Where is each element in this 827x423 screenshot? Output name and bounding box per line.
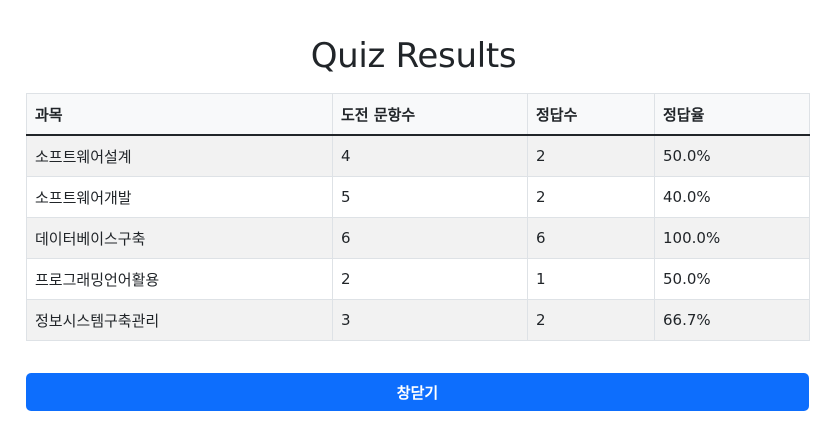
column-header-correct: 정답수 — [527, 93, 655, 136]
table-row: 소프트웨어설계 4 2 50.0% — [26, 134, 810, 177]
correct-cell: 2 — [527, 176, 655, 218]
attempted-cell: 2 — [332, 258, 528, 300]
subject-cell: 정보시스템구축관리 — [26, 299, 333, 341]
quiz-results-page: Quiz Results 과목 도전 문항수 정답수 정답율 소프트웨어설계 4… — [0, 0, 827, 423]
table-body: 소프트웨어설계 4 2 50.0% 소프트웨어개발 5 2 40.0% 데이터베… — [26, 134, 810, 341]
table-header: 과목 도전 문항수 정답수 정답율 — [26, 93, 810, 136]
accuracy-cell: 50.0% — [654, 258, 810, 300]
subject-cell: 프로그래밍언어활용 — [26, 258, 333, 300]
attempted-cell: 6 — [332, 217, 528, 259]
table-row: 데이터베이스구축 6 6 100.0% — [26, 217, 810, 259]
results-table: 과목 도전 문항수 정답수 정답율 소프트웨어설계 4 2 50.0% 소프트웨… — [26, 93, 810, 341]
column-header-subject: 과목 — [26, 93, 333, 136]
accuracy-cell: 100.0% — [654, 217, 810, 259]
correct-cell: 2 — [527, 134, 655, 177]
table-row: 소프트웨어개발 5 2 40.0% — [26, 176, 810, 218]
correct-cell: 2 — [527, 299, 655, 341]
attempted-cell: 5 — [332, 176, 528, 218]
table-row: 정보시스템구축관리 3 2 66.7% — [26, 299, 810, 341]
subject-cell: 소프트웨어개발 — [26, 176, 333, 218]
accuracy-cell: 50.0% — [654, 134, 810, 177]
column-header-accuracy: 정답율 — [654, 93, 810, 136]
attempted-cell: 3 — [332, 299, 528, 341]
subject-cell: 데이터베이스구축 — [26, 217, 333, 259]
accuracy-cell: 66.7% — [654, 299, 810, 341]
table-row: 프로그래밍언어활용 2 1 50.0% — [26, 258, 810, 300]
correct-cell: 6 — [527, 217, 655, 259]
header-row: 과목 도전 문항수 정답수 정답율 — [26, 93, 810, 136]
correct-cell: 1 — [527, 258, 655, 300]
close-window-button[interactable]: 창닫기 — [26, 373, 809, 411]
page-title: Quiz Results — [310, 36, 517, 76]
column-header-attempted: 도전 문항수 — [332, 93, 528, 136]
accuracy-cell: 40.0% — [654, 176, 810, 218]
attempted-cell: 4 — [332, 134, 528, 177]
subject-cell: 소프트웨어설계 — [26, 134, 333, 177]
